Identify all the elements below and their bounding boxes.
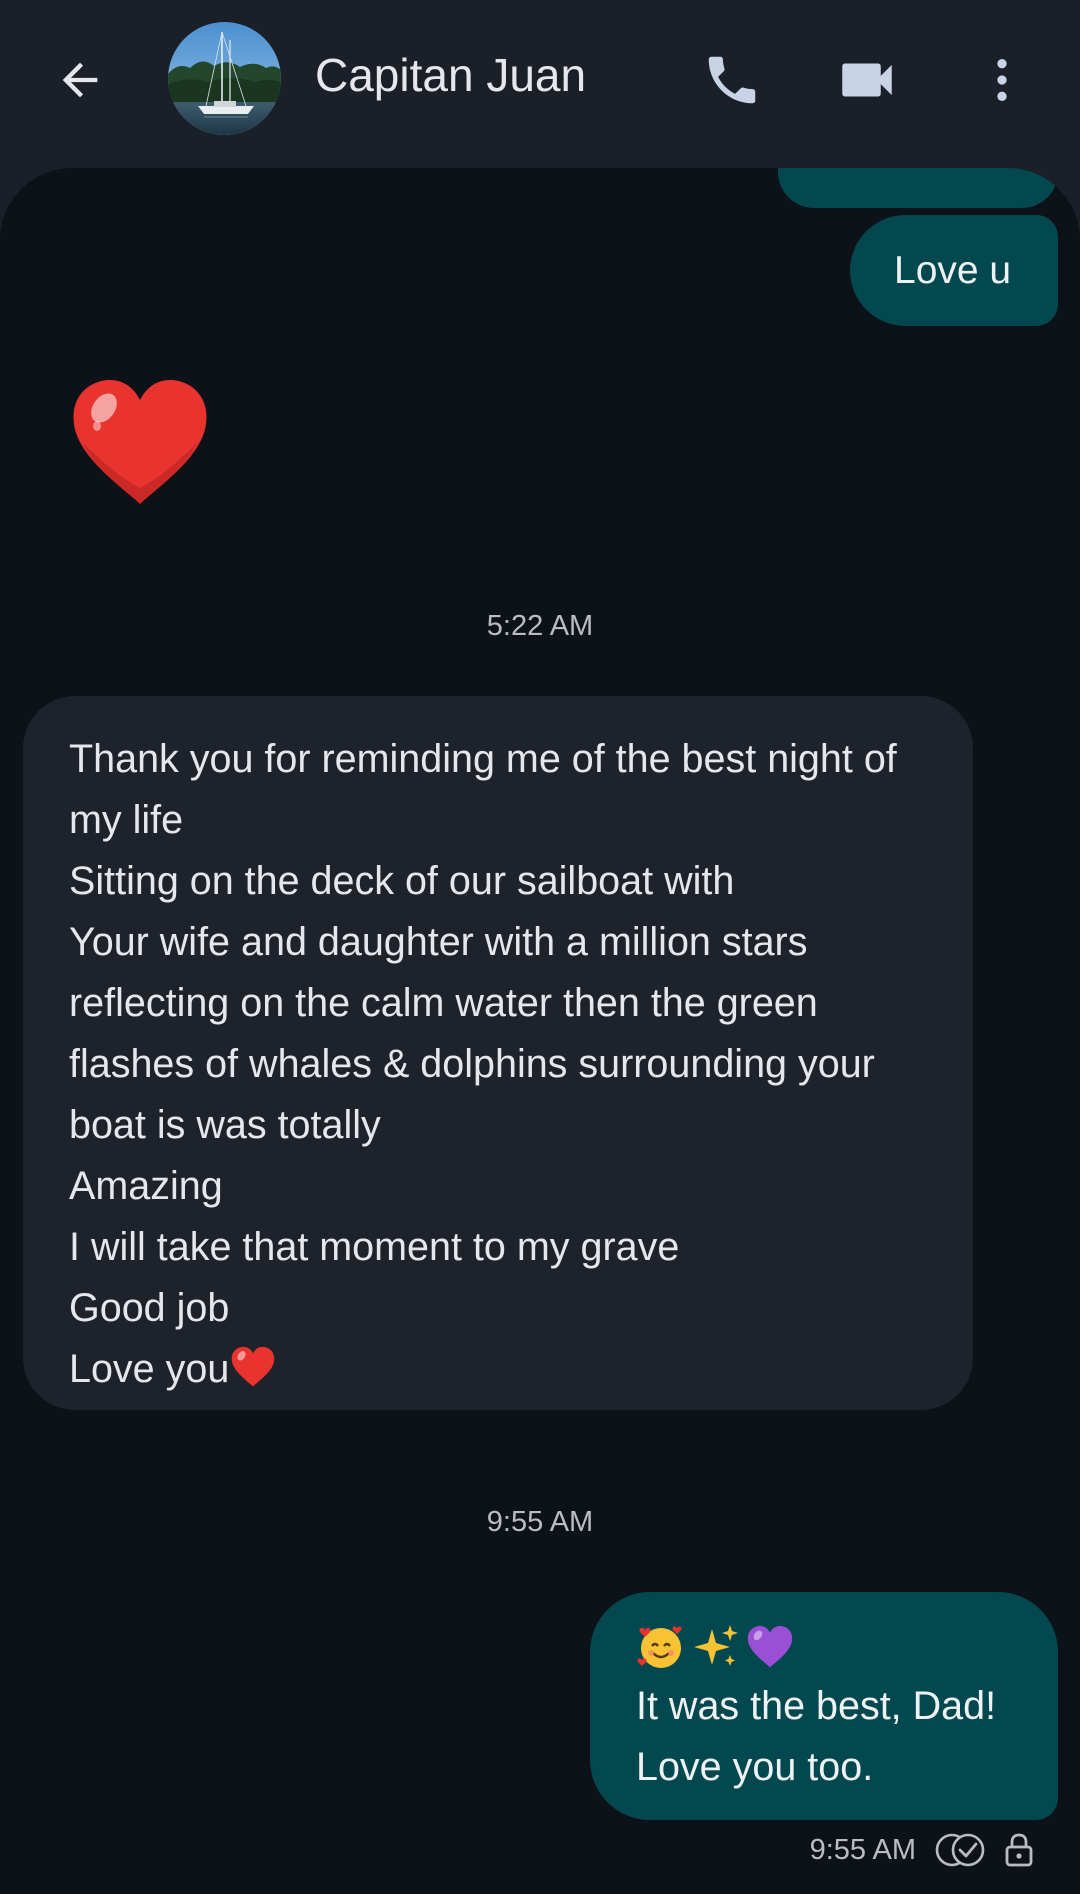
- outgoing-message-bubble[interactable]: Love u: [850, 215, 1058, 326]
- red-heart-icon: [73, 380, 207, 504]
- incoming-message-bubble[interactable]: Thank you for reminding me of the best n…: [23, 696, 973, 1410]
- lock-icon: [1005, 1833, 1033, 1867]
- message-line: Thank you for reminding me of the best n…: [69, 737, 897, 781]
- more-vert-icon: [997, 59, 1007, 101]
- message-line: It was the best, Dad!: [636, 1684, 997, 1728]
- message-line: I will take that moment to my grave: [69, 1225, 680, 1269]
- contact-name[interactable]: Capitan Juan: [315, 48, 586, 102]
- phone-icon: [708, 56, 756, 104]
- message-line: reflecting on the calm water then the gr…: [69, 981, 818, 1025]
- outgoing-message-bubble[interactable]: It was the best, Dad! Love you too.: [590, 1592, 1058, 1820]
- message-line-last: Love you: [69, 1339, 933, 1400]
- message-line: my life: [69, 798, 184, 842]
- message-line: Sitting on the deck of our sailboat with: [69, 859, 735, 903]
- more-options-button[interactable]: [962, 40, 1042, 120]
- message-line: flashes of whales & dolphins surrounding…: [69, 1042, 875, 1086]
- call-button[interactable]: [692, 40, 772, 120]
- smiling-face-with-hearts-icon: [637, 1626, 682, 1668]
- back-button[interactable]: [40, 40, 120, 120]
- double-check-icon: [935, 1833, 985, 1867]
- contact-avatar[interactable]: [168, 22, 281, 135]
- sailboat-photo: [168, 22, 281, 135]
- videocam-icon: [842, 63, 892, 97]
- sparkles-icon: [694, 1625, 738, 1666]
- message-time: 9:55 AM: [809, 1833, 916, 1866]
- timestamp-divider: 9:55 AM: [486, 1506, 594, 1538]
- emoji-row: [636, 1618, 1038, 1676]
- purple-heart-icon: [747, 1626, 793, 1668]
- message-list[interactable]: Love u 5:22 AM Thank you for reminding m…: [0, 168, 1080, 1894]
- heart-emoji-message[interactable]: [68, 378, 212, 508]
- arrow-left-icon: [62, 62, 98, 98]
- outgoing-message-bubble[interactable]: [778, 168, 1058, 208]
- red-heart-icon: [232, 1346, 275, 1387]
- message-line: Your wife and daughter with a million st…: [69, 920, 808, 964]
- conversation-header: Capitan Juan: [0, 0, 1080, 168]
- messaging-app: Capitan Juan Love u 5:22 AM Thank you fo…: [0, 0, 1080, 1894]
- message-line: Amazing: [69, 1164, 223, 1208]
- message-line: boat is was totally: [69, 1103, 381, 1147]
- video-call-button[interactable]: [827, 40, 907, 120]
- message-text: Love u: [894, 248, 1012, 292]
- message-text: Love you: [69, 1347, 230, 1391]
- message-line: Good job: [69, 1286, 230, 1330]
- message-line: Love you too.: [636, 1745, 874, 1789]
- message-status-row: 9:55 AM: [810, 1832, 1034, 1868]
- timestamp-divider: 5:22 AM: [486, 610, 594, 642]
